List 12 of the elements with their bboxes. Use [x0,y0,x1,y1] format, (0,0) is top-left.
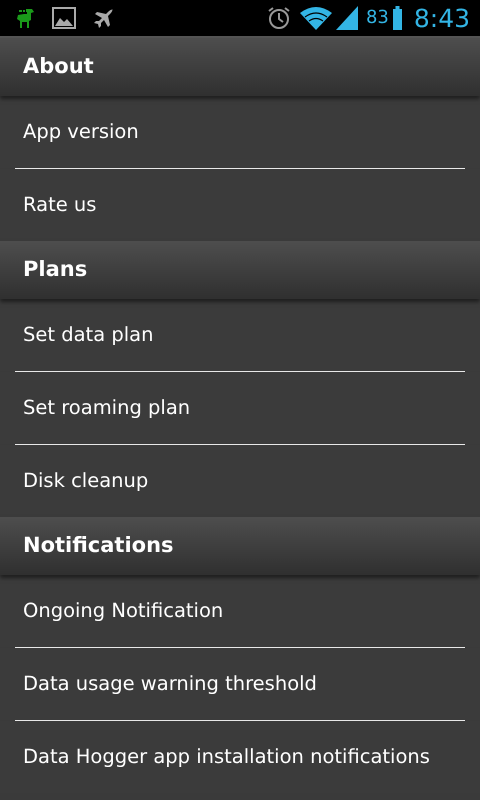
section-header: About [0,38,480,96]
signal-icon [336,6,358,30]
clock-time: 8:43 [414,6,470,30]
image-icon [52,7,76,29]
airplane-icon [92,7,114,29]
battery-level: 83 [366,9,389,27]
wifi-icon [300,6,332,30]
battery-icon [392,6,402,30]
animal-icon [16,7,36,29]
alarm-clock-icon [266,5,292,31]
section-header: Plans [0,241,480,299]
section-header: Notifications [0,517,480,575]
